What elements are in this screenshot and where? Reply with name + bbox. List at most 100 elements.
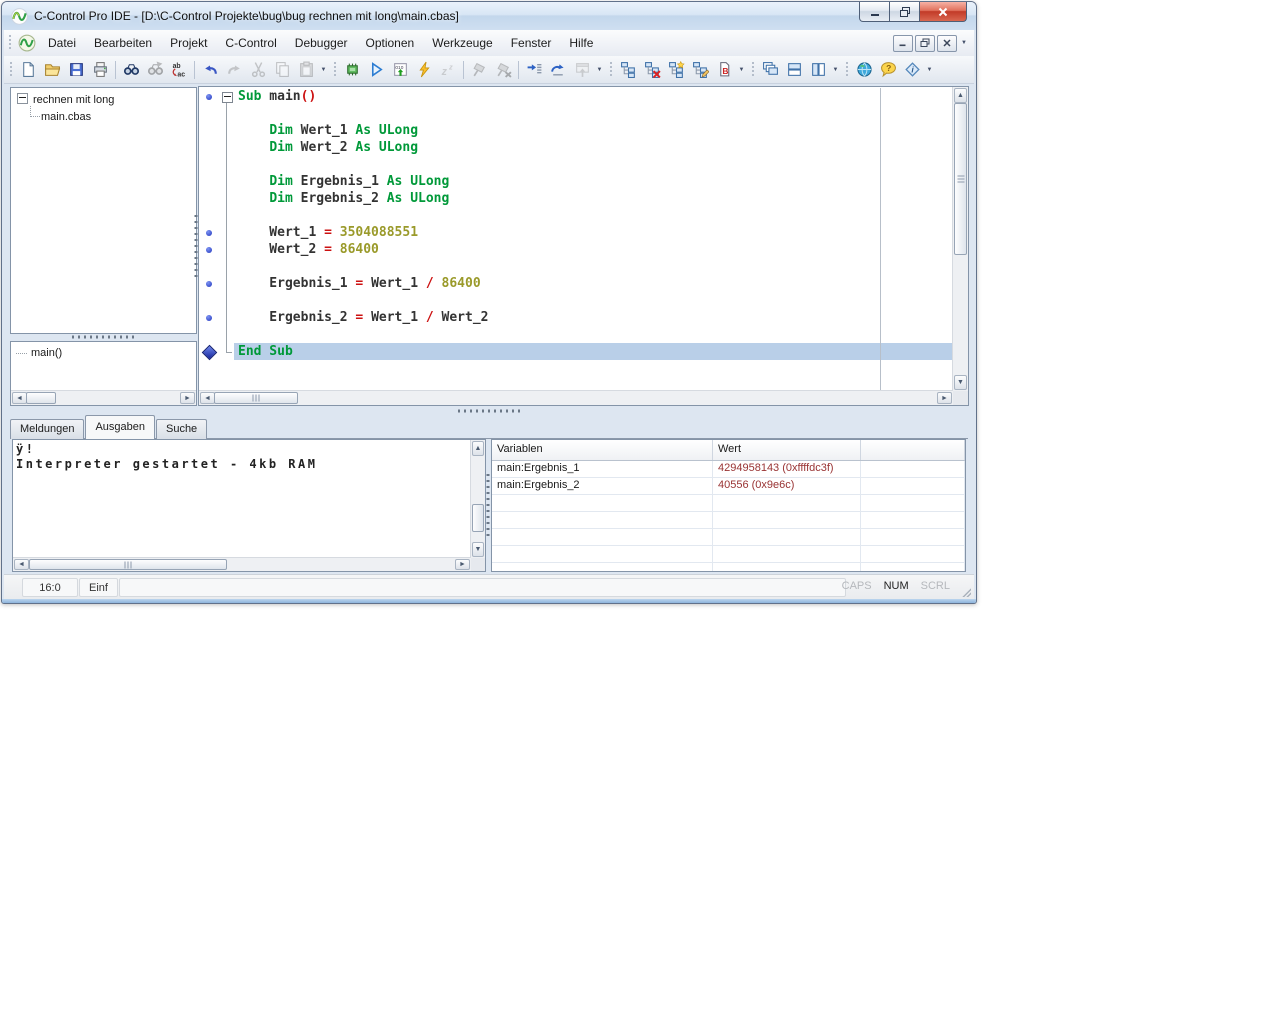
- code-text[interactable]: Ergebnis_1 = Wert_1 / 86400: [234, 275, 953, 292]
- toolbar-grip[interactable]: [332, 62, 337, 78]
- column-header-Variablen[interactable]: Variablen: [492, 440, 713, 460]
- fold-margin[interactable]: [220, 139, 234, 156]
- breakpoint-button[interactable]: [467, 59, 491, 81]
- toolbar-overflow-arrow-icon[interactable]: ▼: [318, 59, 329, 81]
- toolbar-grip[interactable]: [750, 62, 755, 78]
- tab-suche[interactable]: Suche: [156, 419, 207, 439]
- sleep-button[interactable]: zz: [436, 59, 460, 81]
- output-variables-splitter[interactable]: [484, 439, 491, 570]
- code-text[interactable]: Sub main(): [234, 88, 953, 105]
- variables-header[interactable]: VariablenWert: [492, 440, 965, 461]
- fold-margin[interactable]: [220, 241, 234, 258]
- code-text[interactable]: [234, 156, 953, 173]
- fold-margin[interactable]: [220, 275, 234, 292]
- step-into-button[interactable]: [522, 59, 546, 81]
- fold-margin[interactable]: [220, 207, 234, 224]
- symbol-item-main[interactable]: main(): [11, 345, 196, 361]
- toolbar-overflow-arrow-icon[interactable]: ▼: [830, 59, 841, 81]
- code-text[interactable]: [234, 207, 953, 224]
- variable-row[interactable]: [492, 563, 965, 572]
- fold-margin[interactable]: [220, 122, 234, 139]
- print-button[interactable]: [88, 59, 112, 81]
- code-text[interactable]: Dim Wert_1 As ULong: [234, 122, 953, 139]
- save-button[interactable]: [64, 59, 88, 81]
- cascade-windows-button[interactable]: [758, 59, 782, 81]
- menu-projekt[interactable]: Projekt: [161, 31, 216, 55]
- menu-c-control[interactable]: C-Control: [216, 31, 285, 55]
- menu-fenster[interactable]: Fenster: [502, 31, 561, 55]
- project-file-item[interactable]: main.cbas: [11, 109, 196, 125]
- column-header-Wert[interactable]: Wert: [713, 440, 861, 460]
- tile-vertical-button[interactable]: [806, 59, 830, 81]
- scrollbar-thumb[interactable]: [26, 392, 56, 404]
- toolbar-overflow-arrow-icon[interactable]: ▼: [924, 59, 935, 81]
- fold-margin[interactable]: [220, 343, 234, 360]
- resize-grip[interactable]: [960, 586, 971, 597]
- symbols-hscrollbar[interactable]: ◄ ►: [11, 390, 196, 405]
- statement-dot-icon[interactable]: [206, 247, 212, 253]
- breakpoint-margin[interactable]: [199, 139, 220, 156]
- replace-button[interactable]: abac: [167, 59, 191, 81]
- titlebar[interactable]: C-Control Pro IDE - [D:\C-Control Projek…: [2, 2, 976, 30]
- code-line-2[interactable]: [199, 105, 953, 122]
- menu-optionen[interactable]: Optionen: [357, 31, 424, 55]
- step-out-button[interactable]: [570, 59, 594, 81]
- internet-button[interactable]: [852, 59, 876, 81]
- scroll-down-icon[interactable]: ▼: [954, 375, 967, 390]
- output-vscrollbar[interactable]: ▲ ▼: [470, 440, 485, 558]
- minimize-button[interactable]: [859, 2, 890, 22]
- statement-dot-icon[interactable]: [206, 230, 212, 236]
- menu-debugger[interactable]: Debugger: [286, 31, 357, 55]
- close-button[interactable]: [919, 2, 967, 22]
- fold-margin[interactable]: [220, 326, 234, 343]
- fold-margin[interactable]: [220, 292, 234, 309]
- scroll-left-icon[interactable]: ◄: [14, 559, 29, 570]
- collapse-icon[interactable]: [17, 93, 28, 104]
- watch-add-button[interactable]: [616, 59, 640, 81]
- mdi-close-button[interactable]: [937, 35, 957, 52]
- code-line-6[interactable]: Dim Ergebnis_1 As ULong: [199, 173, 953, 190]
- clear-breakpoints-button[interactable]: [491, 59, 515, 81]
- tab-meldungen[interactable]: Meldungen: [10, 419, 84, 439]
- find-next-button[interactable]: [143, 59, 167, 81]
- code-text[interactable]: [234, 326, 953, 343]
- breakpoint-margin[interactable]: [199, 88, 220, 105]
- fold-collapse-icon[interactable]: [222, 92, 233, 103]
- run-button[interactable]: [364, 59, 388, 81]
- toolbar-grip[interactable]: [8, 62, 13, 78]
- output-panel[interactable]: ÿ!Interpreter gestartet - 4kb RAM ▲ ▼ ◄ …: [12, 439, 486, 572]
- editor-vscrollbar[interactable]: ▲ ▼: [952, 87, 968, 391]
- bottom-splitter[interactable]: [2, 406, 976, 415]
- undo-button[interactable]: [198, 59, 222, 81]
- watch-delete-button[interactable]: [640, 59, 664, 81]
- scrollbar-thumb[interactable]: [29, 559, 227, 570]
- scroll-up-icon[interactable]: ▲: [954, 88, 967, 103]
- toolbar-grip[interactable]: [608, 62, 613, 78]
- redo-button[interactable]: [222, 59, 246, 81]
- breakpoint-margin[interactable]: [199, 309, 220, 326]
- code-text[interactable]: [234, 258, 953, 275]
- variable-row[interactable]: [492, 546, 965, 563]
- toolbar-overflow-arrow-icon[interactable]: ▼: [594, 59, 605, 81]
- variable-row[interactable]: main:Ergebnis_14294958143 (0xffffdc3f): [492, 461, 965, 478]
- new-file-button[interactable]: [16, 59, 40, 81]
- tab-ausgaben[interactable]: Ausgaben: [85, 415, 155, 439]
- statement-dot-icon[interactable]: [206, 94, 212, 100]
- breakpoint-margin[interactable]: [199, 241, 220, 258]
- fold-margin[interactable]: [220, 190, 234, 207]
- code-line-12[interactable]: Ergebnis_1 = Wert_1 / 86400: [199, 275, 953, 292]
- column-header-empty[interactable]: [861, 440, 965, 460]
- breakpoint-margin[interactable]: [199, 224, 220, 241]
- paste-button[interactable]: [294, 59, 318, 81]
- variable-row[interactable]: main:Ergebnis_240556 (0x9e6c): [492, 478, 965, 495]
- code-text[interactable]: Dim Wert_2 As ULong: [234, 139, 953, 156]
- code-text[interactable]: Dim Ergebnis_2 As ULong: [234, 190, 953, 207]
- breakpoint-margin[interactable]: [199, 207, 220, 224]
- code-line-10[interactable]: Wert_2 = 86400: [199, 241, 953, 258]
- variable-row[interactable]: [492, 495, 965, 512]
- statement-dot-icon[interactable]: [206, 315, 212, 321]
- fold-margin[interactable]: [220, 173, 234, 190]
- code-line-13[interactable]: [199, 292, 953, 309]
- code-line-7[interactable]: Dim Ergebnis_2 As ULong: [199, 190, 953, 207]
- code-text[interactable]: Dim Ergebnis_1 As ULong: [234, 173, 953, 190]
